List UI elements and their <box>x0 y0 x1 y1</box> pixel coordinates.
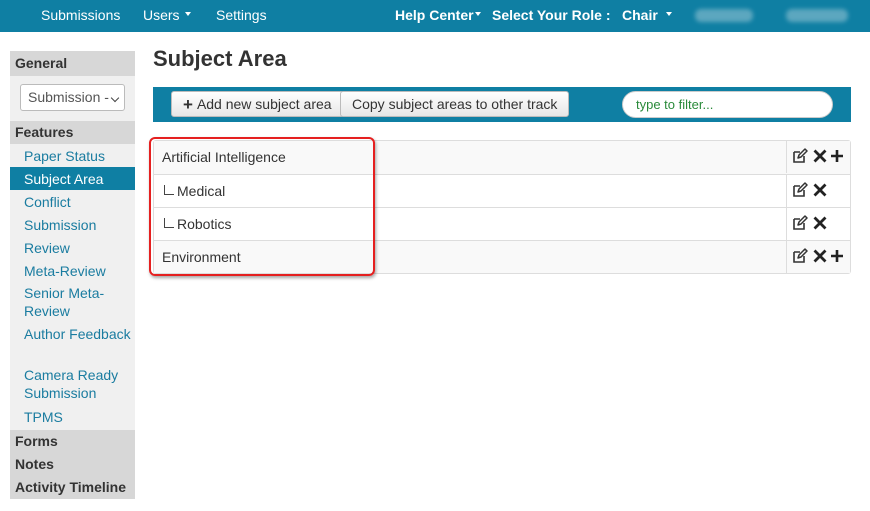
row-actions <box>786 241 850 273</box>
add-icon[interactable] <box>829 148 845 164</box>
nav-help-center-label: Help Center <box>395 7 474 23</box>
top-navbar: Submissions Users Settings Help Center S… <box>0 0 870 32</box>
table-row: Robotics <box>154 207 850 240</box>
sidebar-general-body: Submission - <box>10 76 135 121</box>
delete-icon[interactable] <box>812 148 828 164</box>
row-actions <box>786 175 850 207</box>
plus-icon: + <box>183 95 193 114</box>
edit-icon[interactable] <box>792 148 808 164</box>
sidebar-item-senior-meta-review[interactable]: Senior Meta-Review <box>10 282 135 323</box>
subject-area-name: Artificial Intelligence <box>162 149 286 165</box>
chevron-down-icon <box>110 93 120 103</box>
user-name-redacted[interactable] <box>695 9 753 22</box>
select-role-label: Select Your Role : <box>492 7 611 23</box>
sidebar-item-conflict[interactable]: Conflict <box>10 190 135 213</box>
copy-subject-areas-button[interactable]: Copy subject areas to other track <box>340 91 570 117</box>
sidebar-section-features: Features <box>10 121 135 144</box>
nav-submissions[interactable]: Submissions <box>41 0 120 32</box>
sidebar-item-submission[interactable]: Submission <box>10 213 135 236</box>
page-title: Subject Area <box>153 46 287 71</box>
tree-branch-icon <box>164 185 174 195</box>
subject-area-label: Medical <box>164 175 225 207</box>
row-actions <box>786 141 850 173</box>
add-icon[interactable] <box>829 248 845 264</box>
subject-area-table: Artificial Intelligence Medical Robotics En… <box>153 140 851 274</box>
filter-input[interactable] <box>622 91 833 118</box>
role-dropdown-label: Chair <box>622 7 658 23</box>
subject-area-name: Medical <box>177 183 226 199</box>
sidebar-section-forms[interactable]: Forms <box>10 430 135 453</box>
add-subject-area-button[interactable]: + Add new subject area <box>171 91 344 117</box>
sidebar: General Submission - Features Paper Stat… <box>10 51 135 499</box>
subject-area-name: Robotics <box>177 216 232 232</box>
nav-settings[interactable]: Settings <box>216 0 267 32</box>
nav-help-center[interactable]: Help Center <box>395 0 481 32</box>
sidebar-item-camera-ready-submission[interactable]: Camera Ready Submission <box>10 364 135 405</box>
caret-down-icon <box>665 12 672 17</box>
delete-icon[interactable] <box>812 182 828 198</box>
subject-area-label: Environment <box>162 241 241 273</box>
sidebar-section-activity-timeline[interactable]: Activity Timeline <box>10 476 135 499</box>
submission-select-value: Submission - <box>28 89 109 105</box>
subject-area-label: Artificial Intelligence <box>162 141 286 173</box>
delete-icon[interactable] <box>812 215 828 231</box>
sidebar-item-subject-area[interactable]: Subject Area <box>10 167 135 190</box>
sidebar-item-review[interactable]: Review <box>10 236 135 259</box>
sidebar-item-paper-status[interactable]: Paper Status <box>10 144 135 167</box>
edit-icon[interactable] <box>792 182 808 198</box>
submission-select[interactable]: Submission - <box>20 84 125 111</box>
nav-users-label: Users <box>143 7 180 23</box>
table-row: Artificial Intelligence <box>154 141 850 174</box>
subject-area-name: Environment <box>162 249 241 265</box>
role-dropdown[interactable]: Chair <box>622 0 672 32</box>
sidebar-feature-list: Paper Status Subject Area Conflict Submissi… <box>10 144 135 430</box>
sidebar-item-tpms[interactable]: TPMS <box>10 405 135 428</box>
caret-down-icon <box>474 12 481 17</box>
sidebar-section-general: General <box>10 51 135 76</box>
nav-users[interactable]: Users <box>143 0 191 32</box>
toolbar: + Add new subject area Copy subject areas… <box>153 87 851 122</box>
sidebar-item-author-feedback[interactable]: Author Feedback <box>10 323 135 364</box>
user-menu-redacted[interactable] <box>786 9 848 22</box>
subject-area-label: Robotics <box>164 208 231 240</box>
delete-icon[interactable] <box>812 248 828 264</box>
table-row: Medical <box>154 174 850 207</box>
sidebar-section-notes[interactable]: Notes <box>10 453 135 476</box>
caret-down-icon <box>184 12 191 17</box>
add-subject-area-label: Add new subject area <box>196 96 332 112</box>
sidebar-item-meta-review[interactable]: Meta-Review <box>10 259 135 282</box>
edit-icon[interactable] <box>792 248 808 264</box>
edit-icon[interactable] <box>792 215 808 231</box>
table-row: Environment <box>154 240 850 273</box>
row-actions <box>786 208 850 240</box>
tree-branch-icon <box>164 218 174 228</box>
